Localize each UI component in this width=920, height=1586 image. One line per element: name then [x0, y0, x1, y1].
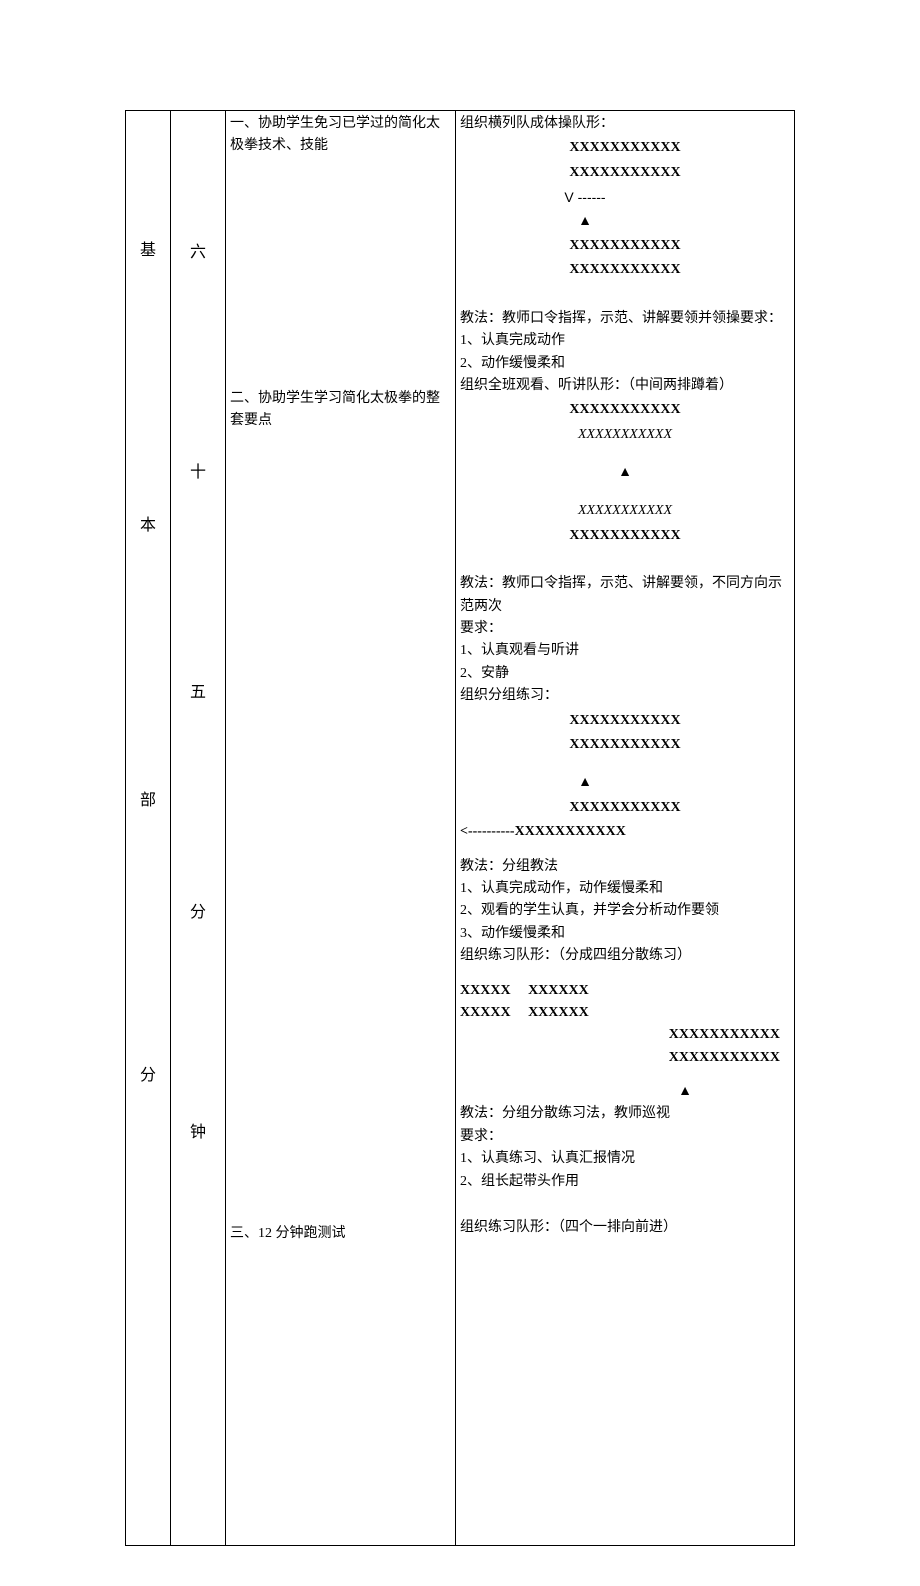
- section-char: 部: [130, 788, 166, 814]
- lesson-plan-table: 基 本 部 分 六 十 五 分 钟 一、协助学生免习已学过的简化太极拳技术、技能…: [125, 110, 795, 1546]
- formation-row-right: XXXXXXXXXXX: [460, 1024, 790, 1046]
- sec4-req1: 1、认真练习、认真汇报情况: [460, 1148, 790, 1170]
- section-char: 基: [130, 238, 166, 264]
- formation-row: XXXXXXXXXXX: [460, 399, 790, 421]
- duration-char: 五: [175, 680, 221, 706]
- sec2-req1: 1、认真观看与听讲: [460, 640, 790, 662]
- formation-group-row: XXXXX XXXXXX: [460, 980, 790, 1002]
- content-item-3: 三、12 分钟跑测试: [230, 1223, 451, 1245]
- group-text: XXXXXX: [528, 1005, 589, 1020]
- sec4-method: 教法：分组分散练习法，教师巡视: [460, 1103, 790, 1125]
- formation-row: XXXXXXXXXXX: [460, 162, 790, 184]
- duration-char: 六: [175, 240, 221, 266]
- sec3-title: 组织分组练习：: [460, 685, 790, 707]
- formation-row: V ------: [460, 186, 790, 208]
- sec1-title: 组织横列队成体操队形：: [460, 113, 790, 135]
- sec3-req2: 2、观看的学生认真，并学会分析动作要领: [460, 900, 790, 922]
- content-column: 一、协助学生免习已学过的简化太极拳技术、技能 二、协助学生学习简化太极拳的整套要…: [226, 111, 456, 1546]
- formation-row: XXXXXXXXXXX: [460, 525, 790, 547]
- sec5-title: 组织练习队形：（四个一排向前进）: [460, 1217, 790, 1239]
- content-item-2: 二、协助学生学习简化太极拳的整套要点: [230, 388, 451, 433]
- formation-row: XXXXXXXXXXX: [460, 797, 790, 819]
- teacher-marker: ▲: [460, 211, 790, 233]
- group-text: XXXXX: [460, 983, 511, 998]
- teacher-marker: ▲: [460, 462, 790, 484]
- group-text: XXXXX: [460, 1005, 511, 1020]
- sec3-req1: 1、认真完成动作，动作缓慢柔和: [460, 878, 790, 900]
- duration-label-cell: 六 十 五 分 钟: [171, 111, 226, 1546]
- section-char: 分: [130, 1063, 166, 1089]
- section-char: 本: [130, 513, 166, 539]
- formation-arrow-row: <----------XXXXXXXXXXX: [460, 821, 790, 843]
- sec1-req2: 2、动作缓慢柔和: [460, 353, 790, 375]
- formation-row: XXXXXXXXXXX: [460, 710, 790, 732]
- organization-column: 组织横列队成体操队形： XXXXXXXXXXX XXXXXXXXXXX V --…: [456, 111, 795, 1546]
- duration-char: 十: [175, 460, 221, 486]
- sec1-req1: 1、认真完成动作: [460, 330, 790, 352]
- duration-char: 分: [175, 900, 221, 926]
- sec3-method: 教法：分组教法: [460, 856, 790, 878]
- teacher-marker: ▲: [460, 772, 790, 794]
- sec2-method: 教法：教师口令指挥，示范、讲解要领，不同方向示范两次: [460, 573, 790, 618]
- teacher-marker: ▲: [460, 1081, 790, 1103]
- formation-row: XXXXXXXXXXX: [460, 137, 790, 159]
- sec4-rhead: 要求：: [460, 1126, 790, 1148]
- sec1-method: 教法：教师口令指挥，示范、讲解要领并领操要求：: [460, 308, 790, 330]
- sec2-rhead: 要求：: [460, 618, 790, 640]
- formation-row: XXXXXXXXXXX: [460, 734, 790, 756]
- sec3-req3: 3、动作缓慢柔和: [460, 923, 790, 945]
- group-text: XXXXXX: [528, 983, 589, 998]
- sec4-req2: 2、组长起带头作用: [460, 1171, 790, 1193]
- formation-row-right: XXXXXXXXXXX: [460, 1047, 790, 1069]
- sec4-title: 组织练习队形：（分成四组分散练习）: [460, 945, 790, 967]
- duration-char: 钟: [175, 1120, 221, 1146]
- sec2-title: 组织全班观看、听讲队形：（中间两排蹲着）: [460, 375, 790, 397]
- formation-row-italic: XXXXXXXXXXX: [460, 424, 790, 446]
- formation-row: XXXXXXXXXXX: [460, 235, 790, 257]
- formation-row: XXXXXXXXXXX: [460, 259, 790, 281]
- document-page: 基 本 部 分 六 十 五 分 钟 一、协助学生免习已学过的简化太极拳技术、技能…: [0, 0, 920, 1586]
- formation-group-row: XXXXX XXXXXX: [460, 1002, 790, 1024]
- content-item-1: 一、协助学生免习已学过的简化太极拳技术、技能: [230, 113, 451, 158]
- section-label-cell: 基 本 部 分: [126, 111, 171, 1546]
- sec2-req2: 2、安静: [460, 663, 790, 685]
- formation-row-italic: XXXXXXXXXXX: [460, 500, 790, 522]
